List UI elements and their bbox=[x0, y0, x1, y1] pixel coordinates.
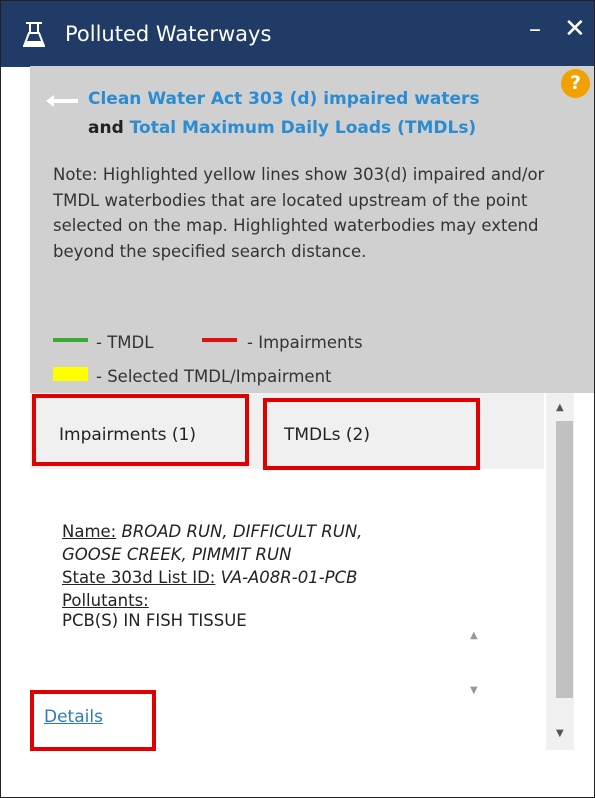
flask-icon bbox=[23, 22, 45, 47]
selected-legend-label: - Selected TMDL/Impairment bbox=[96, 367, 332, 386]
pollutants-label: Pollutants: bbox=[62, 591, 149, 610]
scroll-up-arrow[interactable]: ▲ bbox=[556, 402, 564, 413]
panel-titlebar: Polluted Waterways – ✕ bbox=[1, 1, 594, 67]
name-value-2: GOOSE CREEK, PIMMIT RUN bbox=[62, 545, 292, 564]
help-icon[interactable]: ? bbox=[561, 69, 590, 98]
note-text: Note: Highlighted yellow lines show 303(… bbox=[53, 165, 545, 261]
tmdl-legend-swatch bbox=[53, 338, 88, 342]
panel-scroll-thumb[interactable] bbox=[556, 421, 573, 698]
pollutant-item: PCB(S) IN FISH TISSUE bbox=[62, 611, 247, 630]
tmdl-link[interactable]: Total Maximum Daily Loads (TMDLs) bbox=[130, 118, 477, 138]
details-highlight bbox=[30, 690, 156, 751]
list-id-row: State 303d List ID: VA-A08R-01-PCB bbox=[62, 568, 357, 587]
scroll-down-arrow[interactable]: ▼ bbox=[556, 728, 564, 739]
impairments-legend-swatch bbox=[202, 338, 237, 342]
cwa-303d-link[interactable]: Clean Water Act 303 (d) impaired waters bbox=[88, 89, 480, 109]
close-button[interactable]: ✕ bbox=[564, 14, 586, 44]
name-value-1: BROAD RUN, DIFFICULT RUN, bbox=[121, 522, 363, 541]
heading-and-text: and bbox=[88, 118, 124, 138]
selected-legend-swatch bbox=[53, 367, 88, 381]
impairments-tab-highlight bbox=[32, 394, 249, 466]
tmdls-tab-highlight bbox=[263, 398, 480, 470]
pollutants-scroll-up[interactable]: ▲ bbox=[470, 630, 478, 641]
impairments-legend-label: - Impairments bbox=[247, 333, 363, 352]
name-row: Name: BROAD RUN, DIFFICULT RUN, bbox=[62, 522, 362, 541]
tmdl-legend-label: - TMDL bbox=[96, 333, 154, 352]
list-id-value: VA-A08R-01-PCB bbox=[220, 568, 358, 587]
pollutants-scroll-down[interactable]: ▼ bbox=[470, 685, 478, 696]
heading-line-2: and Total Maximum Daily Loads (TMDLs) bbox=[88, 118, 476, 138]
minimize-button[interactable]: – bbox=[529, 15, 541, 43]
name-label: Name: bbox=[62, 522, 117, 541]
panel-title: Polluted Waterways bbox=[65, 22, 272, 46]
list-id-label: State 303d List ID: bbox=[62, 568, 216, 587]
back-arrow-icon[interactable] bbox=[44, 93, 80, 109]
